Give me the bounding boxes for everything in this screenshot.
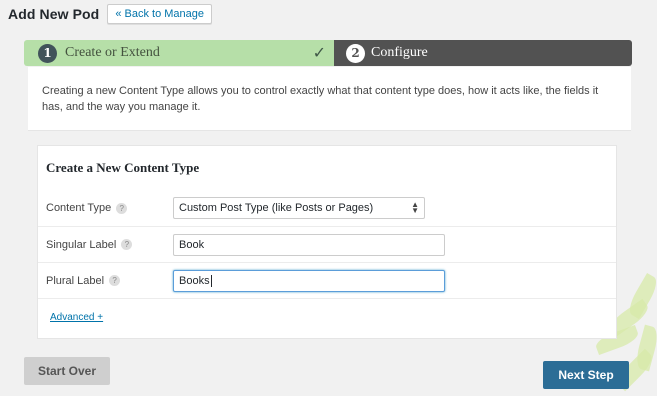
field-label-text: Singular Label [46,238,117,251]
select-arrows-icon: ▲ ▼ [411,200,419,215]
page-header: Add New Pod « Back to Manage [8,4,212,24]
help-icon[interactable]: ? [116,202,128,214]
page-title: Add New Pod [8,6,100,22]
step-label: Create or Extend [65,45,160,60]
help-icon[interactable]: ? [121,239,133,250]
intro-description: Creating a new Content Type allows you t… [28,67,631,131]
step-number-badge: 2 [346,43,365,63]
input-value: Books [179,274,210,287]
singular-label-label: Singular Label ? [46,239,173,251]
form-heading: Create a New Content Type [46,160,200,175]
content-type-form: Create a New Content Type Content Type ?… [37,145,617,339]
text-caret [210,274,212,287]
plural-label-input[interactable]: Books [173,269,445,292]
help-icon[interactable]: ? [109,275,121,286]
step-create-or-extend: 1 Create or Extend ✓ [24,40,334,66]
plural-label-row: Plural Label ? Books [38,262,616,298]
checkmark-icon: ✓ [312,45,326,62]
field-label-text: Plural Label [46,274,105,287]
input-value: Book [179,238,205,251]
field-label-text: Content Type [46,202,112,214]
step-number-badge: 1 [38,43,57,63]
advanced-row: Advanced + [38,298,616,336]
singular-label-input[interactable]: Book [173,233,445,256]
next-step-button[interactable]: Next Step [543,361,629,389]
content-type-select[interactable]: Custom Post Type (like Posts or Pages) ▲… [173,197,425,219]
selected-option: Custom Post Type (like Posts or Pages) [179,202,374,214]
singular-label-row: Singular Label ? Book [38,226,616,262]
content-type-label: Content Type ? [46,202,173,214]
advanced-toggle-link[interactable]: Advanced + [50,312,103,323]
plural-label-label: Plural Label ? [46,275,173,287]
start-over-button[interactable]: Start Over [24,357,110,385]
step-label: Configure [371,45,428,60]
step-configure: 2 Configure [334,40,632,66]
back-to-manage-button[interactable]: « Back to Manage [107,4,212,24]
content-type-row: Content Type ? Custom Post Type (like Po… [38,190,616,226]
progress-stepper: 1 Create or Extend ✓ 2 Configure [24,40,632,66]
